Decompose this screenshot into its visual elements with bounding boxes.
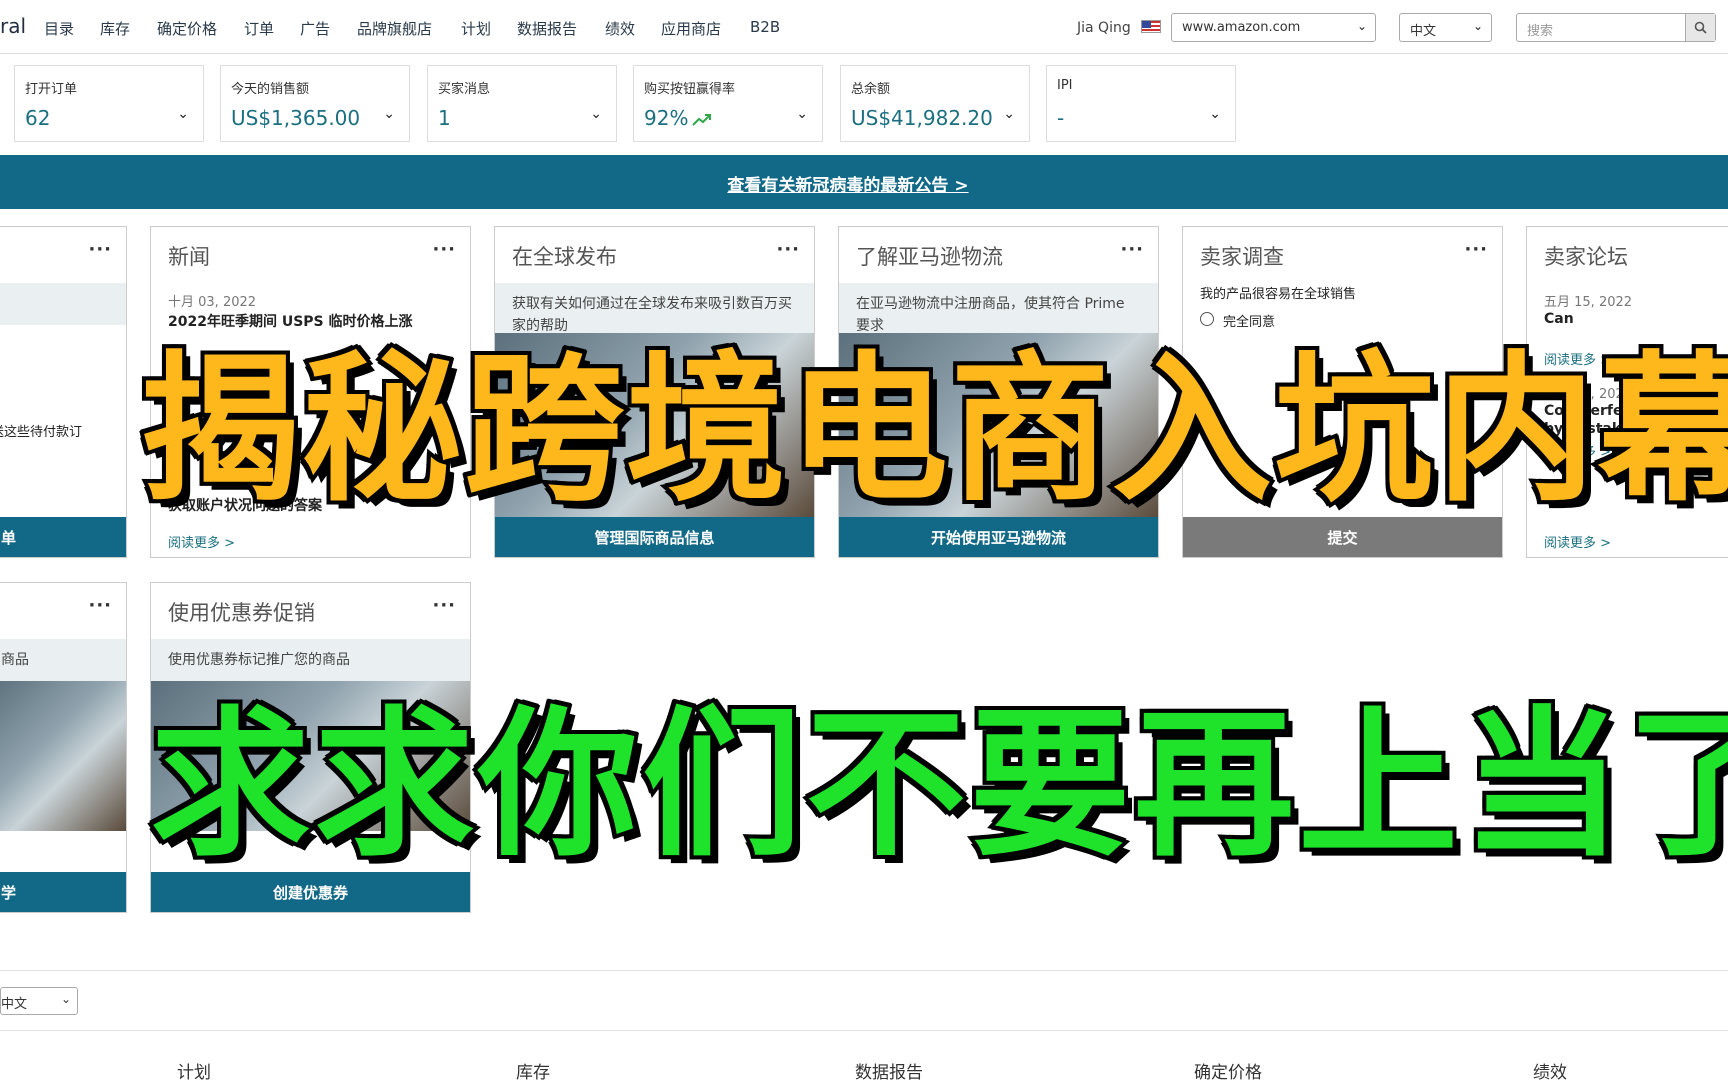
announcement-link[interactable]: 查看有关新冠病毒的最新公告 > bbox=[0, 171, 1696, 196]
nav-item-growth[interactable]: 计划 bbox=[461, 18, 491, 39]
metric-label: 买家消息 bbox=[438, 82, 491, 97]
top-navigation: ral 目录 库存 确定价格 订单 广告 品牌旗舰店 计划 数据报告 绩效 应用… bbox=[0, 0, 1728, 54]
divider bbox=[0, 970, 1728, 971]
metric-label: 打开订单 bbox=[25, 82, 78, 97]
user-name[interactable]: Jia Qing bbox=[1077, 20, 1131, 36]
more-options-icon[interactable]: ··· bbox=[1464, 239, 1488, 260]
card-learn: ··· 商品 学 bbox=[0, 582, 127, 913]
language-value: 中文 bbox=[1410, 24, 1437, 39]
overlay-headline: 揭秘跨境电商入坑内幕 bbox=[136, 332, 1728, 527]
nav-item-inventory[interactable]: 库存 bbox=[100, 18, 130, 39]
metric-value: 1 bbox=[438, 106, 451, 130]
chevron-down-icon: ⌄ bbox=[60, 992, 71, 1006]
metric-label: 总余额 bbox=[851, 82, 891, 97]
card-title: 卖家论坛 bbox=[1544, 245, 1628, 269]
card-desc bbox=[0, 283, 126, 325]
search-icon bbox=[1694, 21, 1707, 34]
card-title: 使用优惠券促销 bbox=[168, 601, 315, 625]
chevron-down-icon[interactable]: ⌄ bbox=[1003, 106, 1015, 122]
more-options-icon[interactable]: ··· bbox=[432, 595, 456, 616]
metric-value: 92% bbox=[644, 106, 689, 130]
card-action-button[interactable]: 单 bbox=[0, 517, 126, 557]
nav-item-pricing[interactable]: 确定价格 bbox=[157, 18, 217, 39]
card-action-button[interactable]: 学 bbox=[0, 872, 126, 912]
footer-language-select[interactable]: 中文 ⌄ bbox=[0, 987, 78, 1015]
card-pending-orders: ··· 送这些待付款订 单 bbox=[0, 226, 127, 558]
card-title: 了解亚马逊物流 bbox=[856, 245, 1003, 269]
chevron-down-icon[interactable]: ⌄ bbox=[590, 106, 602, 122]
overlay-subheadline: 求求你们不要再上当了 bbox=[146, 687, 1728, 882]
card-title: 新闻 bbox=[168, 245, 210, 269]
metric-open-orders[interactable]: 打开订单 62 ⌄ bbox=[14, 65, 204, 142]
card-title: 卖家调查 bbox=[1200, 245, 1284, 269]
language-select[interactable]: 中文 ⌄ bbox=[1399, 13, 1492, 42]
marketplace-value: www.amazon.com bbox=[1182, 20, 1301, 35]
footer-link-growth[interactable]: 计划 bbox=[177, 1058, 211, 1080]
more-options-icon[interactable]: ··· bbox=[776, 239, 800, 260]
metric-total-balance[interactable]: 总余额 US$41,982.20 ⌄ bbox=[840, 65, 1030, 142]
divider bbox=[0, 1030, 1728, 1031]
seller-central-page: ral 目录 库存 确定价格 订单 广告 品牌旗舰店 计划 数据报告 绩效 应用… bbox=[0, 0, 1728, 1080]
covid-announcement-banner: 查看有关新冠病毒的最新公告 > bbox=[0, 155, 1728, 209]
card-text: 送这些待付款订 bbox=[0, 425, 83, 440]
metric-label: IPI bbox=[1057, 78, 1073, 93]
nav-item-appstore[interactable]: 应用商店 bbox=[661, 18, 721, 39]
metric-value: US$41,982.20 bbox=[851, 106, 993, 130]
marketplace-select[interactable]: www.amazon.com ⌄ bbox=[1171, 13, 1376, 42]
more-options-icon[interactable]: ··· bbox=[88, 239, 112, 260]
metric-buybox-rate[interactable]: 购买按钮赢得率 92% ⌄ bbox=[633, 65, 823, 142]
metric-value-wrap: 92% bbox=[644, 106, 712, 130]
more-options-icon[interactable]: ··· bbox=[432, 239, 456, 260]
footer-link-inventory[interactable]: 库存 bbox=[516, 1058, 550, 1080]
search-input[interactable]: 搜索 bbox=[1527, 20, 1553, 39]
search-button[interactable] bbox=[1685, 14, 1715, 41]
card-image bbox=[0, 681, 126, 831]
footer-language-value: 中文 bbox=[1, 997, 28, 1012]
metric-label: 今天的销售额 bbox=[231, 82, 310, 97]
more-options-icon[interactable]: ··· bbox=[1120, 239, 1144, 260]
trend-up-icon bbox=[692, 113, 712, 126]
read-more-link[interactable]: 阅读更多 > bbox=[168, 532, 235, 551]
brand-logo[interactable]: ral bbox=[0, 14, 26, 38]
chevron-down-icon[interactable]: ⌄ bbox=[1209, 106, 1221, 122]
metric-label: 购买按钮赢得率 bbox=[644, 82, 736, 97]
footer-link-performance[interactable]: 绩效 bbox=[1533, 1058, 1567, 1080]
nav-item-advertising[interactable]: 广告 bbox=[300, 18, 330, 39]
metric-value: - bbox=[1057, 106, 1065, 130]
metric-value: 62 bbox=[25, 106, 51, 130]
footer-link-pricing[interactable]: 确定价格 bbox=[1194, 1058, 1262, 1080]
chevron-down-icon: ⌄ bbox=[1356, 19, 1367, 33]
metric-buyer-messages[interactable]: 买家消息 1 ⌄ bbox=[427, 65, 617, 142]
chevron-down-icon[interactable]: ⌄ bbox=[177, 106, 189, 122]
nav-item-performance[interactable]: 绩效 bbox=[605, 18, 635, 39]
chevron-down-icon[interactable]: ⌄ bbox=[796, 106, 808, 122]
more-options-icon[interactable]: ··· bbox=[88, 595, 112, 616]
nav-item-orders[interactable]: 订单 bbox=[244, 18, 274, 39]
metric-value: US$1,365.00 bbox=[231, 106, 361, 130]
card-title: 在全球发布 bbox=[512, 245, 617, 269]
nav-item-stores[interactable]: 品牌旗舰店 bbox=[357, 18, 432, 39]
nav-item-catalog[interactable]: 目录 bbox=[44, 18, 74, 39]
chevron-down-icon: ⌄ bbox=[1472, 19, 1483, 33]
read-more-link[interactable]: 阅读更多 > bbox=[1544, 532, 1611, 551]
us-flag-icon bbox=[1141, 20, 1161, 33]
metric-sales-today[interactable]: 今天的销售额 US$1,365.00 ⌄ bbox=[220, 65, 410, 142]
footer-link-reports[interactable]: 数据报告 bbox=[855, 1058, 923, 1080]
search-box[interactable]: 搜索 bbox=[1516, 13, 1716, 42]
chevron-down-icon[interactable]: ⌄ bbox=[383, 106, 395, 122]
metric-ipi[interactable]: IPI - ⌄ bbox=[1046, 65, 1236, 142]
nav-item-b2b[interactable]: B2B bbox=[750, 18, 780, 36]
nav-item-reports[interactable]: 数据报告 bbox=[517, 18, 577, 39]
